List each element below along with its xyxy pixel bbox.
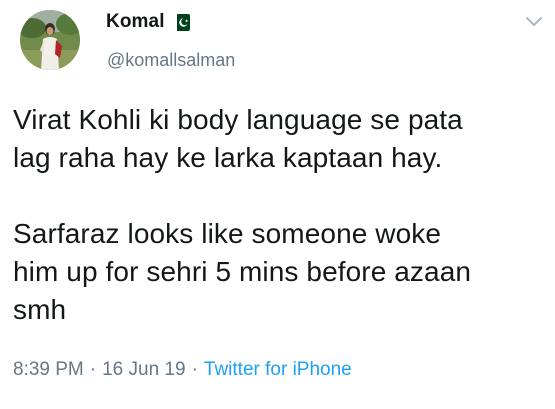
avatar[interactable] xyxy=(20,10,80,70)
separator: · xyxy=(89,359,97,380)
tweet-paragraph-2: Sarfaraz looks like someone woke him up … xyxy=(13,218,472,325)
tweet-time[interactable]: 8:39 PM xyxy=(13,359,84,380)
tweet-card: Komal @komallsalman Virat Kohli ki body … xyxy=(0,0,555,409)
separator: · xyxy=(191,359,198,380)
pakistan-flag-icon xyxy=(172,13,190,31)
tweet-paragraph-1: Virat Kohli ki body language se pata lag… xyxy=(13,104,463,173)
tweet-meta: 8:39 PM · 16 Jun 19 · Twitter for iPhone xyxy=(13,359,352,381)
tweet-source-link[interactable]: Twitter for iPhone xyxy=(204,359,352,380)
user-name-row: Komal xyxy=(106,11,190,33)
profile-photo-icon xyxy=(20,10,80,70)
display-name[interactable]: Komal xyxy=(106,11,165,33)
tweet-text: Virat Kohli ki body language se pata lag… xyxy=(13,101,548,329)
tweet-date[interactable]: 16 Jun 19 xyxy=(102,359,185,380)
chevron-down-icon[interactable] xyxy=(525,15,543,27)
user-handle[interactable]: @komallsalman xyxy=(107,50,235,71)
